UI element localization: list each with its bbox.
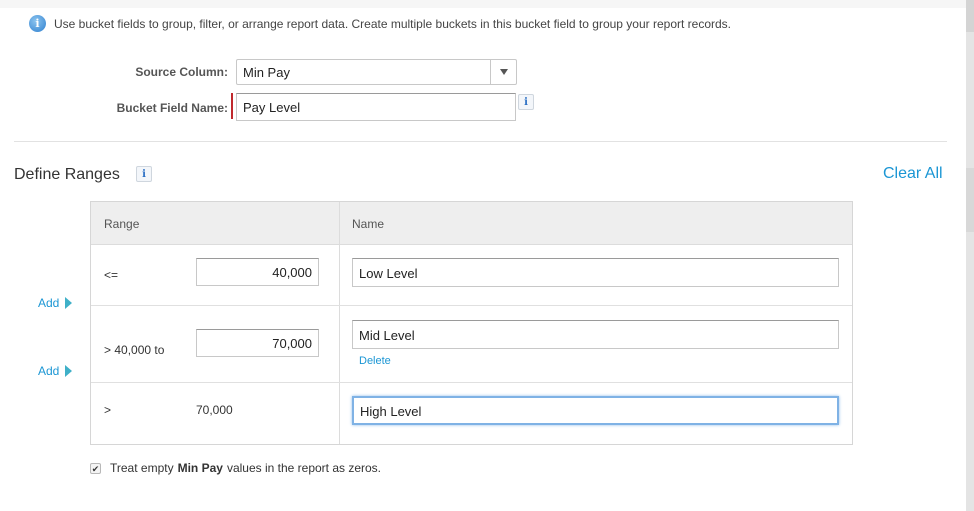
range-value-input[interactable]: 70,000 [196,329,319,357]
add-label: Add [38,296,60,310]
side-panel-band [966,168,974,232]
dropdown-button[interactable] [490,60,516,84]
ranges-table: Range Name <= 40,000 Low Level > 40,000 … [90,201,853,445]
chevron-down-icon [499,69,508,75]
top-strip [0,0,966,8]
bucket-name-input[interactable]: Mid Level [352,320,839,349]
source-column-label: Source Column: [135,65,228,79]
column-header-name: Name [352,217,385,231]
table-header: Range Name [91,202,852,245]
bucket-field-info-icon[interactable]: i [518,94,534,110]
delete-range-link[interactable]: Delete [359,355,391,367]
column-divider [339,202,340,444]
treat-empty-option: ✔ Treat empty Min Pay values in the repo… [90,461,381,475]
treat-empty-suffix: values in the report as zeros. [226,461,382,475]
arrow-right-icon [65,297,73,309]
range-operator: > [104,403,112,417]
arrow-right-icon [65,365,73,377]
add-range-link[interactable]: Add [38,296,73,310]
row-divider [91,382,852,383]
bucket-name-input[interactable]: High Level [352,396,839,425]
clear-all-link[interactable]: Clear All [883,165,943,183]
info-message: i Use bucket fields to group, filter, or… [29,15,731,32]
required-indicator [231,93,233,119]
bucket-field-name-label: Bucket Field Name: [116,101,228,115]
add-range-link[interactable]: Add [38,364,73,378]
treat-empty-field: Min Pay [177,461,223,475]
treat-empty-prefix: Treat empty [110,461,174,475]
divider [14,141,947,142]
source-column-select[interactable]: Min Pay [236,59,517,85]
bucket-name-input[interactable]: Low Level [352,258,839,287]
side-panel-band [966,0,974,32]
range-operator: > 40,000 to [104,343,165,357]
range-value-input[interactable]: 40,000 [196,258,319,286]
define-ranges-title: Define Ranges [14,166,120,183]
info-circle-icon: i [29,15,46,32]
treat-empty-checkbox[interactable]: ✔ [90,462,101,474]
range-value: 70,000 [196,403,233,417]
bucket-field-name-input[interactable]: Pay Level [236,93,516,121]
add-label: Add [38,364,60,378]
source-column-value: Min Pay [243,65,290,80]
define-ranges-info-icon[interactable]: i [136,166,152,182]
side-panel-edge [966,0,974,511]
info-message-text: Use bucket fields to group, filter, or a… [54,16,732,31]
column-header-range: Range [104,217,140,231]
range-operator: <= [104,268,119,282]
row-divider [91,305,852,306]
